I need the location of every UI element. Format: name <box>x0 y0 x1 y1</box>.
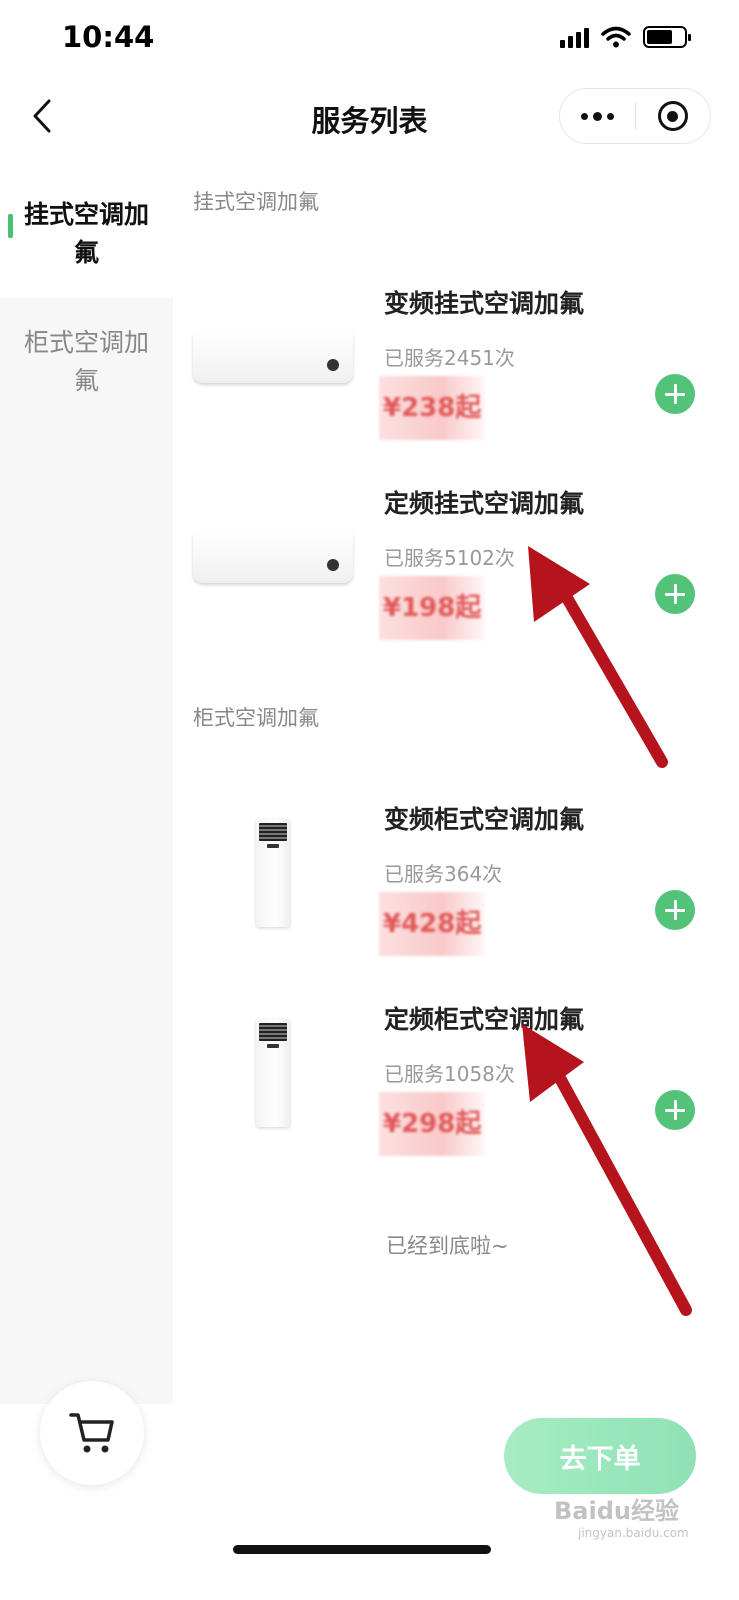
status-bar: 10:44 <box>0 0 739 80</box>
home-indicator <box>233 1545 491 1554</box>
service-card[interactable]: 变频柜式空调加氟 已服务364次 ¥428起 <box>173 780 739 980</box>
more-button[interactable] <box>560 89 635 143</box>
watermark-subtext: jingyan.baidu.com <box>578 1526 689 1540</box>
service-list: 挂式空调加氟 变频挂式空调加氟 已服务2451次 ¥238起 定频挂式空调加氟 … <box>173 152 739 1412</box>
status-time: 10:44 <box>62 20 155 54</box>
sidebar-item-label: 柜式空调加氟 <box>23 328 149 395</box>
cart-button[interactable] <box>40 1381 144 1485</box>
watermark-text: Baidu经验 <box>554 1497 679 1525</box>
signal-icon <box>560 26 589 48</box>
place-order-button[interactable]: 去下单 <box>504 1418 696 1494</box>
add-button[interactable] <box>655 1090 695 1130</box>
list-end-hint: 已经到底啦~ <box>386 1234 509 1258</box>
floor-ac-icon <box>191 1008 355 1138</box>
active-indicator <box>8 214 13 238</box>
add-button[interactable] <box>655 374 695 414</box>
service-count: 已服务2451次 <box>384 346 515 370</box>
section-title: 柜式空调加氟 <box>193 706 319 730</box>
sidebar-item-floor-ac[interactable]: 柜式空调加氟 <box>0 298 173 426</box>
service-name: 定频柜式空调加氟 <box>384 1005 585 1034</box>
service-price: ¥238起 <box>379 376 486 440</box>
service-name: 定频挂式空调加氟 <box>384 489 585 518</box>
service-card[interactable]: 定频挂式空调加氟 已服务5102次 ¥198起 <box>173 464 739 664</box>
wifi-icon <box>601 26 631 48</box>
watermark-logo: Baidu经验 jingyan.baidu.com <box>554 1496 689 1540</box>
service-price: ¥428起 <box>379 892 486 956</box>
service-count: 已服务5102次 <box>384 546 515 570</box>
service-count: 已服务364次 <box>384 862 503 886</box>
service-count: 已服务1058次 <box>384 1062 515 1086</box>
cart-icon <box>69 1413 114 1453</box>
service-card[interactable]: 变频挂式空调加氟 已服务2451次 ¥238起 <box>173 264 739 464</box>
floor-ac-icon <box>191 808 355 938</box>
service-name: 变频柜式空调加氟 <box>384 805 585 834</box>
status-icons <box>560 26 691 48</box>
wall-ac-icon <box>191 292 355 422</box>
sidebar-item-wall-ac[interactable]: 挂式空调加氟 <box>0 170 173 298</box>
add-button[interactable] <box>655 574 695 614</box>
add-button[interactable] <box>655 890 695 930</box>
more-dots-icon <box>581 112 588 120</box>
category-sidebar: 挂式空调加氟 柜式空调加氟 <box>0 170 173 1404</box>
service-price: ¥198起 <box>379 576 486 640</box>
sidebar-item-label: 挂式空调加氟 <box>23 200 149 267</box>
battery-icon <box>643 26 691 48</box>
target-icon <box>657 101 688 131</box>
service-card[interactable]: 定频柜式空调加氟 已服务1058次 ¥298起 <box>173 980 739 1180</box>
close-miniprogram-button[interactable] <box>636 89 710 143</box>
service-name: 变频挂式空调加氟 <box>384 289 585 318</box>
service-price: ¥298起 <box>379 1092 486 1156</box>
capsule-menu <box>559 88 711 144</box>
wall-ac-icon <box>191 492 355 622</box>
section-title: 挂式空调加氟 <box>193 190 319 214</box>
nav-bar: 服务列表 <box>0 80 739 152</box>
